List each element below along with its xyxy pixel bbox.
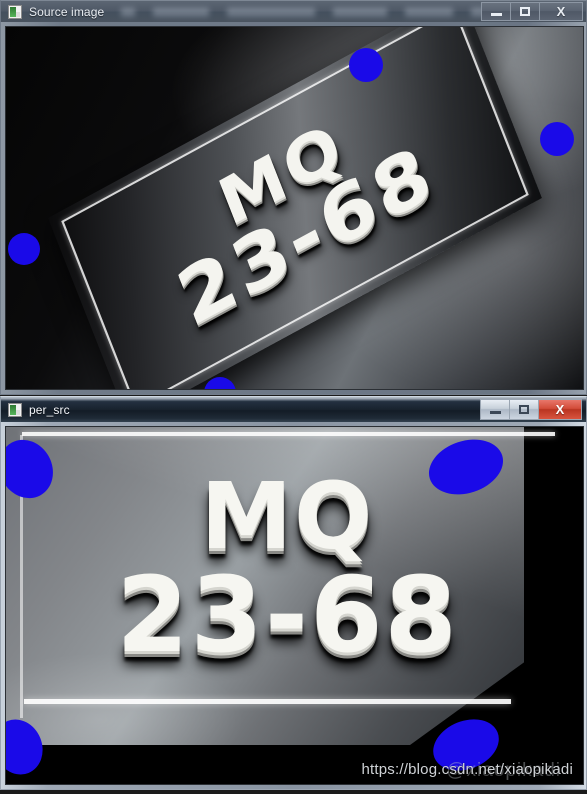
minimize-icon — [490, 13, 502, 16]
titlebar-per-src[interactable]: per_src X — [0, 396, 587, 422]
ghost-chip — [405, 7, 453, 17]
close-button[interactable]: X — [538, 399, 582, 420]
window-controls-per-src[interactable]: X — [480, 399, 582, 420]
maximize-button[interactable] — [509, 399, 538, 420]
ghost-chip — [121, 7, 135, 17]
maximize-icon — [519, 405, 529, 414]
warped-plate-line-1: MQ — [200, 463, 375, 570]
warped-plate-line-2: 23-68 — [116, 554, 459, 676]
corner-marker-top[interactable] — [349, 48, 383, 82]
image-window-icon — [8, 402, 22, 417]
corner-marker-right[interactable] — [540, 122, 574, 156]
plate-rim-bottom — [24, 699, 511, 704]
maximize-button[interactable] — [510, 2, 539, 21]
watermark-url: https://blog.csdn.net/xiaopikadi — [361, 761, 573, 778]
close-icon: X — [555, 402, 565, 417]
image-window-icon — [8, 4, 22, 19]
window-title-per-src: per_src — [29, 402, 70, 417]
ghost-chip — [227, 7, 315, 17]
minimize-button[interactable] — [481, 2, 510, 21]
close-button[interactable]: X — [539, 2, 583, 21]
window-frame-per-src: MQ 23-68 @xiaopikadi https://blog.csdn.n… — [0, 422, 587, 790]
blurred-background-chips — [121, 1, 517, 22]
maximize-icon — [520, 7, 530, 16]
titlebar-source-image[interactable]: Source image X — [0, 0, 587, 22]
ghost-chip — [333, 7, 387, 17]
window-title-source-image: Source image — [29, 4, 105, 19]
close-icon: X — [556, 4, 566, 19]
window-frame-source-image: MQ 23-68 — [0, 22, 587, 395]
corner-marker-left[interactable] — [8, 233, 40, 265]
window-controls-source-image[interactable]: X — [481, 2, 583, 21]
per-src-canvas[interactable]: MQ 23-68 @xiaopikadi https://blog.csdn.n… — [5, 426, 584, 785]
ghost-chip — [153, 7, 209, 17]
source-image-canvas[interactable]: MQ 23-68 — [5, 26, 584, 390]
plate-rim-top — [22, 432, 555, 436]
window-per-src[interactable]: per_src X MQ 23-68 @xiaopikadi https://b… — [0, 396, 587, 794]
minimize-button[interactable] — [480, 399, 509, 420]
minimize-icon — [489, 411, 501, 414]
window-source-image[interactable]: Source image X MQ 23-68 — [0, 0, 587, 395]
